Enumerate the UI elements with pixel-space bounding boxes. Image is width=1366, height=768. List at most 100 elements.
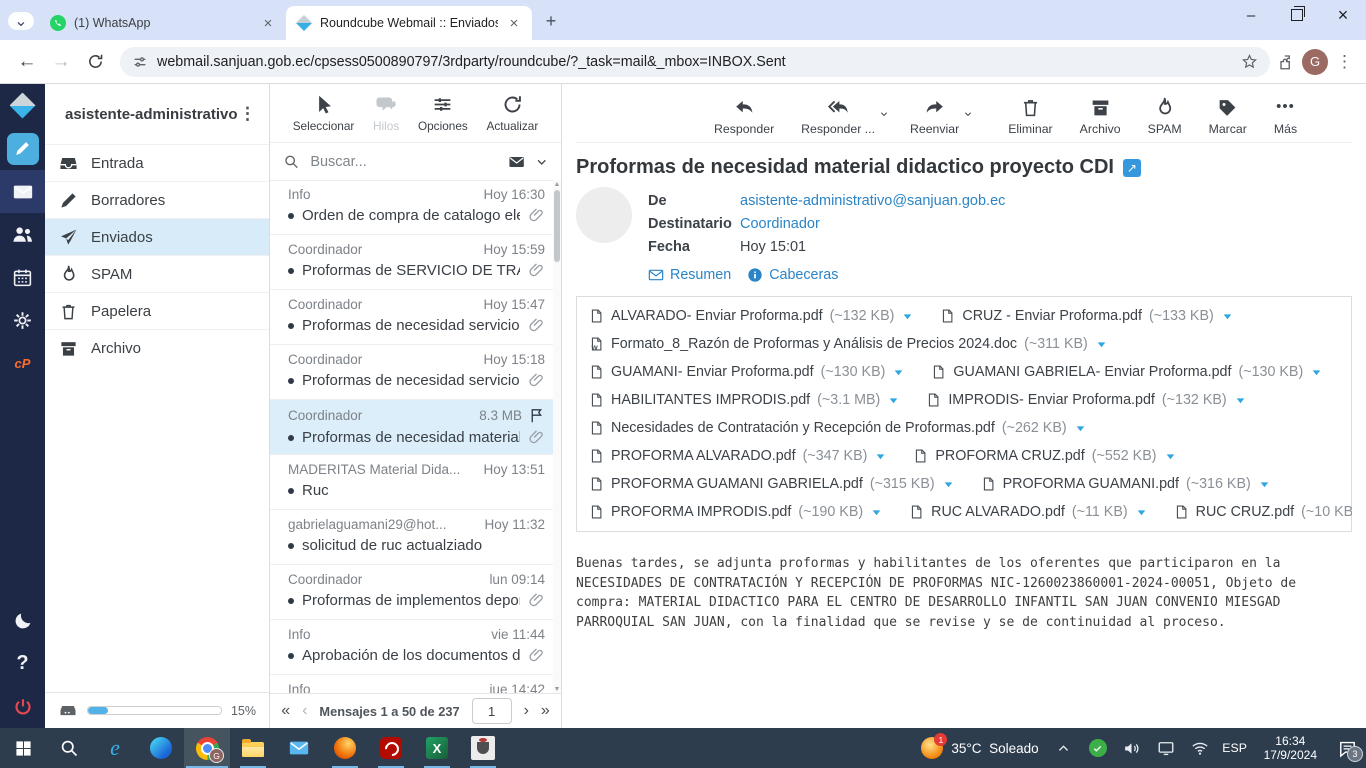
message-list-item[interactable]: Coordinador 8.3 MB Proformas de necesida…	[270, 400, 553, 455]
attachment-name[interactable]: IMPRODIS- Enviar Proforma.pdf	[948, 392, 1155, 408]
attachment-chip[interactable]: PROFORMA GUAMANI.pdf (~316 KB)	[981, 475, 1271, 493]
attachment-menu-chevron-icon[interactable]	[892, 366, 905, 379]
headers-link[interactable]: Cabeceras	[747, 267, 838, 283]
message-list-item[interactable]: Coordinador Hoy 15:59 Proformas de SERVI…	[270, 235, 553, 290]
account-menu-icon[interactable]: ⋮	[237, 104, 259, 124]
last-page-button[interactable]: »	[541, 702, 550, 720]
acrobat-icon[interactable]	[368, 728, 414, 768]
attachment-menu-chevron-icon[interactable]	[1310, 366, 1323, 379]
cast-display-icon[interactable]	[1151, 728, 1181, 768]
attachment-chip[interactable]: PROFORMA CRUZ.pdf (~552 KB)	[913, 447, 1176, 465]
attachment-chip[interactable]: HABILITANTES IMPRODIS.pdf (~3.1 MB)	[589, 391, 900, 409]
window-close-button[interactable]: ×	[1320, 0, 1366, 30]
file-explorer-icon[interactable]	[230, 728, 276, 768]
attachment-chip[interactable]: CRUZ - Enviar Proforma.pdf (~133 KB)	[940, 307, 1233, 325]
attachment-name[interactable]: PROFORMA GUAMANI GABRIELA.pdf	[611, 476, 863, 492]
message-list-item[interactable]: Info vie 11:44 Aprobación de los documen…	[270, 620, 553, 675]
bookmark-star-icon[interactable]	[1241, 53, 1258, 70]
back-button[interactable]: ←	[10, 45, 44, 79]
attachment-chip[interactable]: RUC CRUZ.pdf (~10 KB)	[1174, 503, 1352, 521]
attachment-menu-chevron-icon[interactable]	[1135, 506, 1148, 519]
extensions-icon[interactable]	[1278, 53, 1296, 71]
attachment-name[interactable]: ALVARADO- Enviar Proforma.pdf	[611, 308, 823, 324]
compose-button[interactable]	[0, 127, 45, 170]
address-bar[interactable]: webmail.sanjuan.gob.ec/cpsess0500890797/…	[120, 46, 1270, 77]
attachment-chip[interactable]: PROFORMA IMPRODIS.pdf (~190 KB)	[589, 503, 883, 521]
tray-expand-chevron-icon[interactable]	[1049, 728, 1079, 768]
rail-contacts-button[interactable]	[0, 213, 45, 256]
folder-item-entrada[interactable]: Entrada	[45, 144, 269, 181]
attachment-menu-chevron-icon[interactable]	[1258, 478, 1271, 491]
window-restore-button[interactable]	[1274, 0, 1320, 30]
reload-button[interactable]	[78, 45, 112, 79]
window-minimize-button[interactable]: –	[1228, 0, 1274, 30]
refresh-button[interactable]: Actualizar	[486, 94, 538, 133]
tab-search-button[interactable]: ⌄	[8, 12, 34, 30]
archive-button[interactable]: Archivo	[1080, 97, 1121, 136]
search-input[interactable]	[308, 152, 500, 171]
new-tab-button[interactable]: +	[538, 8, 564, 34]
site-settings-icon[interactable]	[132, 54, 148, 70]
attachment-chip[interactable]: PROFORMA ALVARADO.pdf (~347 KB)	[589, 447, 887, 465]
search-scope-mail-icon[interactable]	[508, 153, 525, 171]
rail-calendar-button[interactable]	[0, 256, 45, 299]
start-button[interactable]	[0, 728, 46, 768]
rail-settings-button[interactable]	[0, 299, 45, 342]
attachment-name[interactable]: PROFORMA CRUZ.pdf	[935, 448, 1084, 464]
internet-explorer-icon[interactable]: e	[92, 728, 138, 768]
tab-close-icon[interactable]: ×	[260, 15, 276, 32]
attachment-menu-chevron-icon[interactable]	[1221, 310, 1234, 323]
attachment-menu-chevron-icon[interactable]	[887, 394, 900, 407]
scroll-down-arrow[interactable]: ▼	[553, 686, 561, 693]
weather-widget[interactable]: 1 35°C Soleado	[911, 733, 1048, 759]
reply-all-chevron-icon[interactable]	[879, 109, 889, 119]
attachment-menu-chevron-icon[interactable]	[901, 310, 914, 323]
dark-mode-button[interactable]	[0, 599, 45, 642]
clock[interactable]: 16:34 17/9/2024	[1255, 734, 1326, 762]
folder-item-papelera[interactable]: Papelera	[45, 292, 269, 329]
reply-all-button[interactable]: Responder ...	[801, 97, 875, 136]
folder-item-borradores[interactable]: Borradores	[45, 181, 269, 218]
attachment-menu-chevron-icon[interactable]	[942, 478, 955, 491]
next-page-button[interactable]: ›	[524, 702, 529, 720]
attachment-menu-chevron-icon[interactable]	[870, 506, 883, 519]
attachment-name[interactable]: Necesidades de Contratación y Recepción …	[611, 420, 995, 436]
tab-roundcube[interactable]: Roundcube Webmail :: Enviados ×	[286, 6, 532, 40]
attachment-chip[interactable]: w Formato_8_Razón de Proformas y Análisi…	[589, 335, 1108, 353]
attachment-menu-chevron-icon[interactable]	[874, 450, 887, 463]
edge-icon[interactable]	[138, 728, 184, 768]
first-page-button[interactable]: «	[281, 702, 290, 720]
attachment-name[interactable]: PROFORMA IMPRODIS.pdf	[611, 504, 791, 520]
logout-button[interactable]	[0, 685, 45, 728]
spam-button[interactable]: SPAM	[1148, 97, 1182, 136]
select-button[interactable]: Seleccionar	[293, 94, 354, 133]
java-app-icon[interactable]	[460, 728, 506, 768]
cpanel-button[interactable]: cP	[0, 342, 45, 385]
help-button[interactable]: ?	[0, 642, 45, 685]
message-list-item[interactable]: Coordinador lun 09:14 Proformas de imple…	[270, 565, 553, 620]
forward-chevron-icon[interactable]	[963, 109, 973, 119]
keyboard-language[interactable]: ESP	[1219, 741, 1251, 755]
mail-app-icon[interactable]	[276, 728, 322, 768]
chrome-icon[interactable]: G	[184, 728, 230, 768]
excel-icon[interactable]: X	[414, 728, 460, 768]
message-list-item[interactable]: MADERITAS Material Dida... Hoy 13:51 Ruc	[270, 455, 553, 510]
attachment-chip[interactable]: PROFORMA GUAMANI GABRIELA.pdf (~315 KB)	[589, 475, 955, 493]
reply-button[interactable]: Responder	[714, 97, 774, 136]
attachment-menu-chevron-icon[interactable]	[1095, 338, 1108, 351]
summary-link[interactable]: Resumen	[648, 267, 731, 283]
action-center-icon[interactable]: 3	[1330, 728, 1364, 768]
folder-item-enviados[interactable]: Enviados	[45, 218, 269, 255]
page-number-input[interactable]	[471, 698, 512, 724]
antivirus-icon[interactable]	[1083, 728, 1113, 768]
attachment-name[interactable]: GUAMANI- Enviar Proforma.pdf	[611, 364, 814, 380]
folder-item-spam[interactable]: SPAM	[45, 255, 269, 292]
attachment-menu-chevron-icon[interactable]	[1234, 394, 1247, 407]
more-button[interactable]: ••• Más	[1274, 97, 1297, 136]
list-scrollbar[interactable]: ▲ ▼	[553, 180, 561, 694]
attachment-name[interactable]: PROFORMA GUAMANI.pdf	[1003, 476, 1179, 492]
search-options-chevron-icon[interactable]	[535, 155, 548, 169]
attachment-name[interactable]: GUAMANI GABRIELA- Enviar Proforma.pdf	[953, 364, 1231, 380]
delete-button[interactable]: Eliminar	[1008, 97, 1053, 136]
attachment-menu-chevron-icon[interactable]	[1074, 422, 1087, 435]
